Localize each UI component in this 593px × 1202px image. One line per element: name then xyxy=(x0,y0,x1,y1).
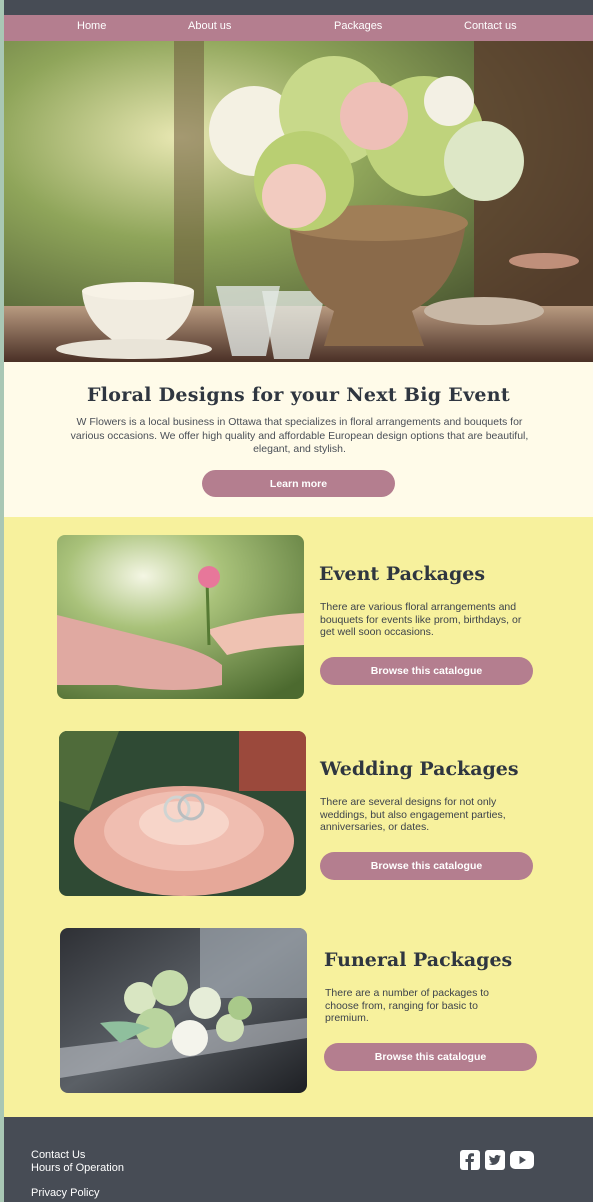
footer: Contact Us Hours of Operation Privacy Po… xyxy=(4,1117,593,1202)
hero-image xyxy=(4,41,593,362)
page: Home About us Packages Contact us Floral… xyxy=(4,0,593,1202)
funeral-illustration xyxy=(60,928,307,1093)
event-packages-image xyxy=(57,535,304,699)
event-packages-title: Event Packages xyxy=(319,563,486,585)
hero-illustration xyxy=(4,41,593,362)
funeral-packages-title: Funeral Packages xyxy=(324,949,513,971)
learn-more-button[interactable]: Learn more xyxy=(202,470,395,497)
event-illustration xyxy=(57,535,304,699)
footer-hours-link[interactable]: Hours of Operation xyxy=(31,1162,124,1174)
nav-bar: Home About us Packages Contact us xyxy=(4,15,593,41)
funeral-browse-button[interactable]: Browse this catalogue xyxy=(324,1043,537,1071)
packages-section: Event Packages There are various floral … xyxy=(4,517,593,1117)
funeral-packages-text: There are a number of packages to choose… xyxy=(325,987,490,1025)
top-strip xyxy=(4,0,593,15)
wedding-illustration xyxy=(59,731,306,896)
nav-packages[interactable]: Packages xyxy=(334,20,382,32)
nav-about-us[interactable]: About us xyxy=(188,20,231,32)
wedding-packages-text: There are several designs for not only w… xyxy=(320,796,506,834)
nav-contact-us[interactable]: Contact us xyxy=(464,20,517,32)
wedding-packages-image xyxy=(59,731,306,896)
funeral-packages-image xyxy=(60,928,307,1093)
twitter-icon[interactable] xyxy=(485,1150,505,1170)
nav-home[interactable]: Home xyxy=(77,20,106,32)
footer-contact-us-link[interactable]: Contact Us xyxy=(31,1149,85,1161)
youtube-icon[interactable] xyxy=(510,1150,534,1170)
event-browse-button[interactable]: Browse this catalogue xyxy=(320,657,533,685)
wedding-browse-button[interactable]: Browse this catalogue xyxy=(320,852,533,880)
facebook-icon[interactable] xyxy=(460,1150,480,1170)
event-packages-text: There are various floral arrangements an… xyxy=(320,601,522,639)
intro-title: Floral Designs for your Next Big Event xyxy=(87,384,510,406)
footer-privacy-policy-link[interactable]: Privacy Policy xyxy=(31,1187,99,1199)
intro-text: W Flowers is a local business in Ottawa … xyxy=(70,416,529,455)
wedding-packages-title: Wedding Packages xyxy=(320,758,519,780)
intro-section: Floral Designs for your Next Big Event W… xyxy=(4,362,593,517)
